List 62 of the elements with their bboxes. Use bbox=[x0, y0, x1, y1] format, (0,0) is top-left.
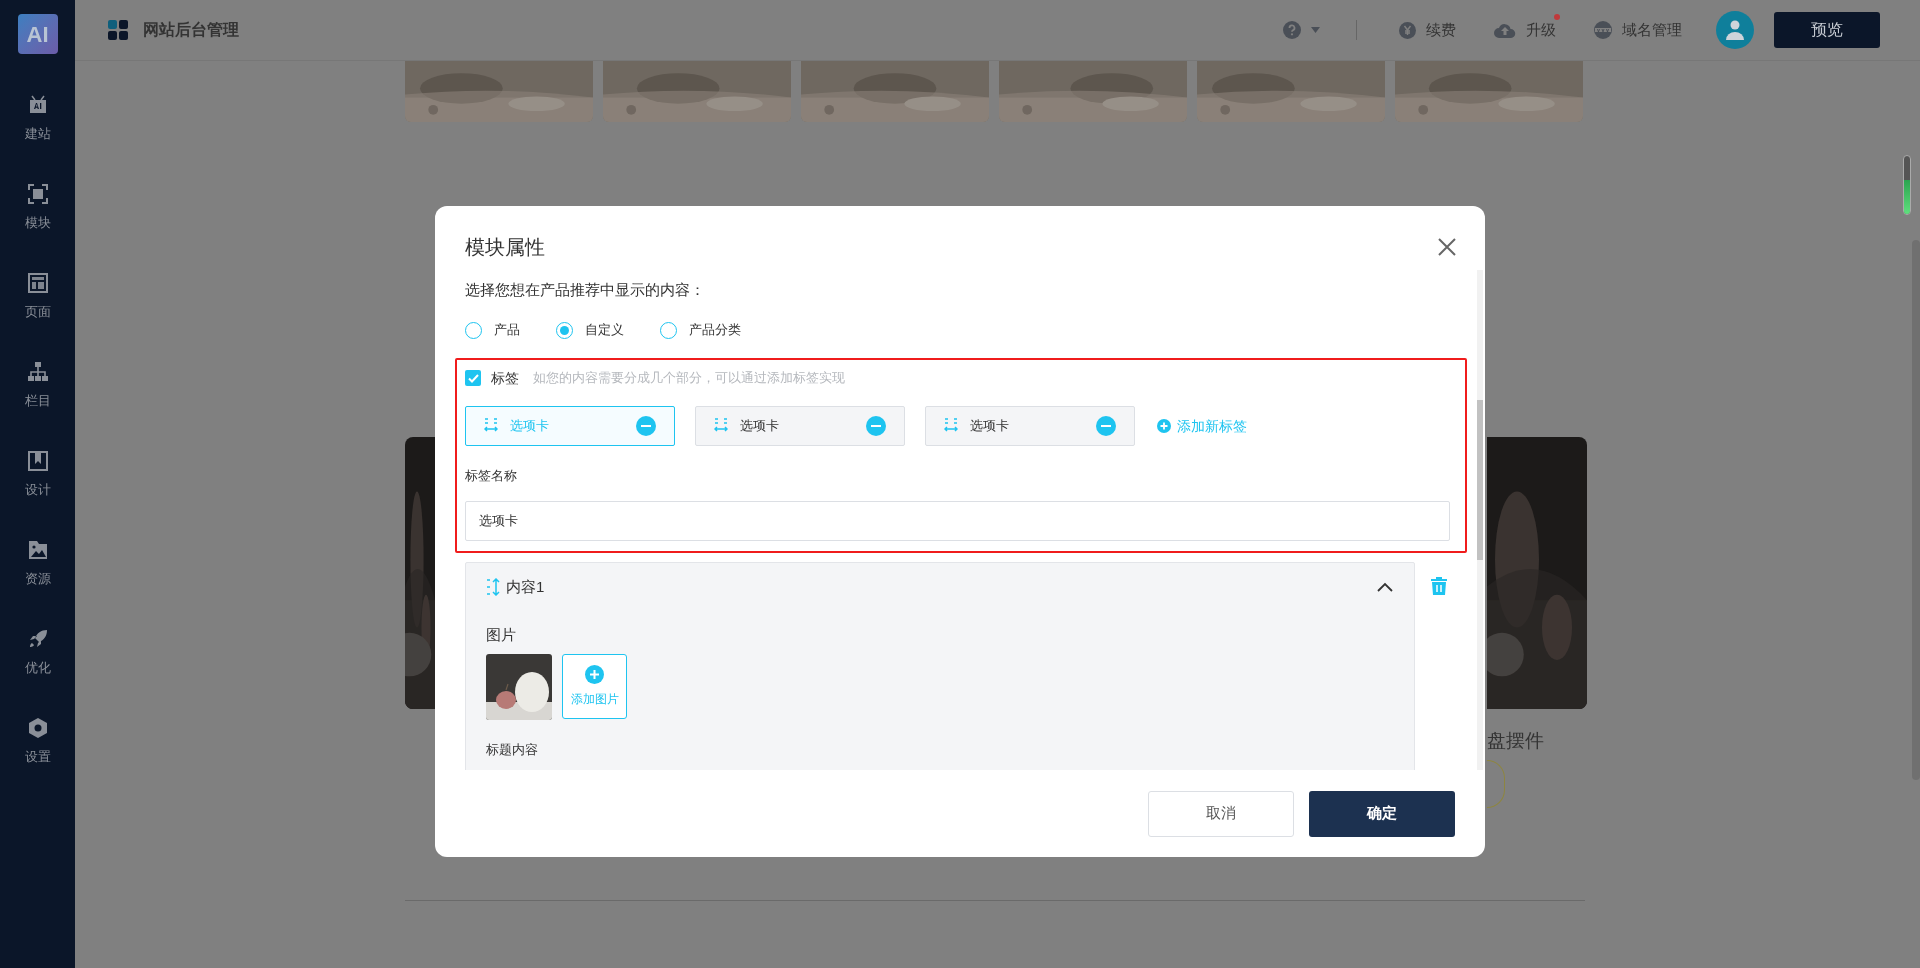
sidebar-item[interactable]: 模块 bbox=[24, 183, 51, 231]
toolbar-link[interactable]: 升级 bbox=[1494, 18, 1556, 42]
caret-icon bbox=[1311, 27, 1320, 33]
tab-label: 选项卡 bbox=[510, 417, 549, 436]
toolbar-link[interactable]: 续费 bbox=[1399, 18, 1456, 42]
tab-label: 选项卡 bbox=[970, 417, 1009, 436]
sidebar-item[interactable]: 设计 bbox=[24, 450, 51, 498]
avatar[interactable] bbox=[1716, 11, 1754, 49]
yen-icon bbox=[1399, 21, 1416, 39]
frame-icon bbox=[26, 183, 49, 205]
plus-circle-icon bbox=[585, 665, 604, 684]
tab[interactable]: 选项卡 bbox=[695, 406, 905, 446]
remove-icon[interactable] bbox=[636, 416, 656, 436]
image-icon bbox=[26, 539, 49, 561]
tab[interactable]: 选项卡 bbox=[925, 406, 1135, 446]
field-label: 图片 bbox=[486, 625, 517, 645]
radio-option[interactable]: 产品分类 bbox=[660, 320, 741, 340]
sidebar-item[interactable]: 页面 bbox=[24, 272, 51, 320]
drag-icon bbox=[486, 578, 500, 596]
confirm-button[interactable]: 确定 bbox=[1309, 790, 1455, 837]
toolbar-link[interactable]: 域名管理 bbox=[1594, 18, 1682, 42]
tab-label: 选项卡 bbox=[740, 417, 779, 436]
sidebar-item[interactable]: 优化 bbox=[24, 628, 51, 676]
settings-icon bbox=[26, 717, 49, 739]
prompt-text: 选择您想在产品推荐中显示的内容： bbox=[464, 280, 706, 300]
radio-option[interactable]: 自定义 bbox=[556, 320, 624, 340]
sitemap-icon bbox=[26, 361, 49, 383]
globe-icon bbox=[1594, 21, 1612, 39]
sidebar-item[interactable]: 建站 bbox=[24, 94, 51, 142]
cancel-button[interactable]: 取消 bbox=[1148, 790, 1294, 837]
scroll-indicator bbox=[1903, 155, 1911, 215]
close-icon bbox=[1438, 238, 1456, 256]
checkbox[interactable] bbox=[465, 370, 481, 386]
grid-icon bbox=[108, 20, 128, 40]
delete-button[interactable] bbox=[1431, 577, 1447, 595]
layout-icon bbox=[26, 272, 49, 294]
plus-circle-icon bbox=[1157, 419, 1171, 433]
product-title: 盘摆件 bbox=[1487, 729, 1545, 753]
app-title: 网站后台管理 bbox=[143, 20, 239, 40]
checkbox-label: 标签 bbox=[491, 368, 519, 388]
user-icon bbox=[1726, 20, 1744, 40]
sidebar-item[interactable]: 资源 bbox=[24, 539, 51, 587]
panel-title: 内容1 bbox=[506, 576, 545, 597]
help-icon bbox=[1283, 21, 1301, 39]
radio-option[interactable]: 产品 bbox=[465, 320, 520, 340]
trash-icon bbox=[1431, 577, 1447, 595]
remove-icon[interactable] bbox=[866, 416, 886, 436]
help-dropdown[interactable] bbox=[1283, 21, 1320, 39]
preview-button[interactable]: 预览 bbox=[1774, 12, 1880, 48]
close-button[interactable] bbox=[1437, 237, 1457, 257]
field-label: 标题内容 bbox=[486, 741, 539, 759]
dialog-title: 模块属性 bbox=[465, 235, 545, 260]
remove-icon[interactable] bbox=[1096, 416, 1116, 436]
bookmark-icon bbox=[26, 450, 49, 472]
field-label: 标签名称 bbox=[465, 467, 518, 485]
check-icon bbox=[467, 373, 479, 383]
chevron-icon bbox=[1377, 582, 1393, 592]
tag-name-field[interactable]: 选项卡 bbox=[465, 501, 1450, 541]
cloud-upload-icon bbox=[1494, 22, 1516, 38]
sidebar-item[interactable]: 设置 bbox=[24, 717, 51, 765]
hint-text: 如您的内容需要分成几个部分，可以通过添加标签实现 bbox=[533, 369, 845, 388]
sidebar-item[interactable]: 栏目 bbox=[24, 361, 51, 409]
